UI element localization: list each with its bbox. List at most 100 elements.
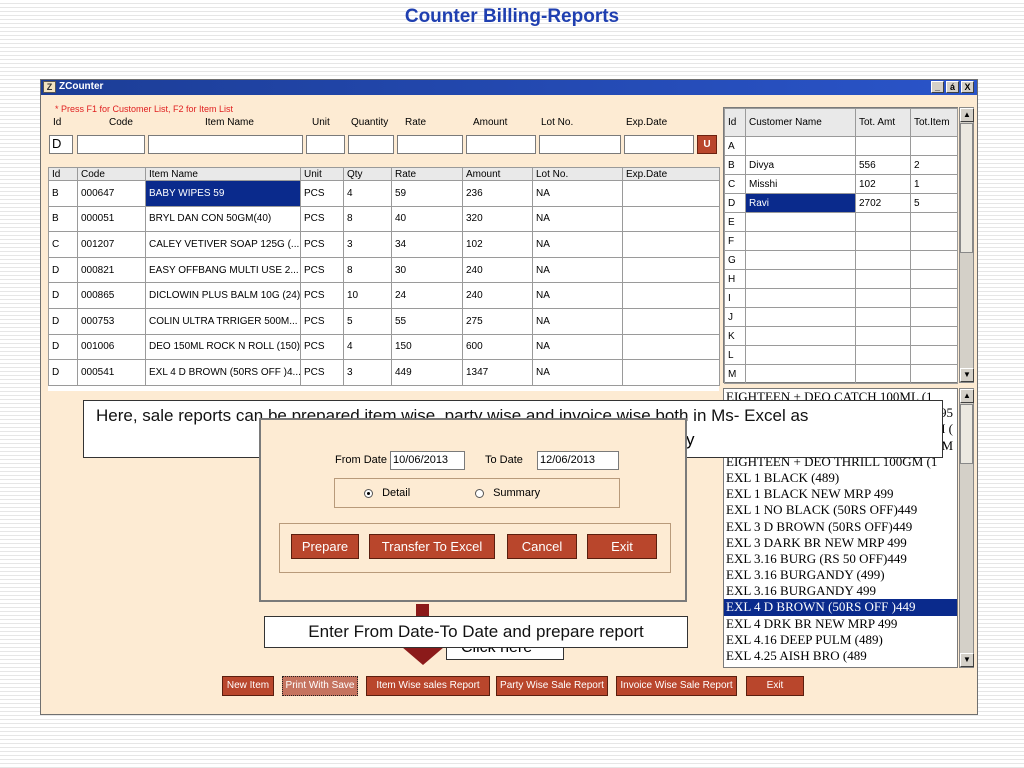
- list-item[interactable]: EXL 1 BLACK NEW MRP 499: [724, 486, 957, 502]
- summary-option[interactable]: Summary: [475, 487, 540, 499]
- code-field[interactable]: [77, 135, 145, 154]
- table-cell[interactable]: 000541: [77, 359, 146, 386]
- table-cell[interactable]: COLIN ULTRA TRRIGER 500M...: [145, 307, 301, 335]
- scroll-thumb[interactable]: [960, 123, 973, 253]
- table-cell[interactable]: 320: [462, 205, 533, 233]
- customer-cell[interactable]: [910, 326, 958, 346]
- customer-cell[interactable]: 102: [855, 174, 911, 194]
- customer-row[interactable]: D Ravi 2702 5: [724, 193, 958, 213]
- table-cell[interactable]: 24: [391, 282, 463, 309]
- invoice-wise-sale-report-button[interactable]: Invoice Wise Sale Report: [616, 676, 737, 696]
- detail-option[interactable]: Detail: [364, 487, 410, 499]
- customer-cell[interactable]: F: [724, 231, 746, 251]
- maximize-button[interactable]: á: [946, 81, 959, 93]
- list-item[interactable]: EXL 3 D BROWN (50RS OFF)449: [724, 519, 957, 535]
- table-row[interactable]: C 001207 CALEY VETIVER SOAP 125G (... PCS 3 3…: [48, 231, 720, 258]
- table-cell[interactable]: [622, 256, 720, 284]
- table-cell[interactable]: PCS: [300, 231, 344, 258]
- table-cell[interactable]: CALEY VETIVER SOAP 125G (...: [145, 231, 301, 258]
- customer-row[interactable]: C Misshi 102 1: [724, 174, 958, 194]
- table-cell[interactable]: NA: [532, 307, 623, 335]
- items-col-header[interactable]: Code: [77, 167, 146, 181]
- table-cell[interactable]: PCS: [300, 180, 344, 207]
- table-cell[interactable]: 40: [391, 205, 463, 233]
- customer-col-header[interactable]: Customer Name: [745, 108, 856, 137]
- list-item[interactable]: EXL 3 DARK BR NEW MRP 499: [724, 535, 957, 551]
- customer-cell[interactable]: 2702: [855, 193, 911, 213]
- scroll-thumb[interactable]: [960, 404, 973, 464]
- table-cell[interactable]: B: [48, 180, 78, 207]
- table-cell[interactable]: 4: [343, 180, 392, 207]
- items-col-header[interactable]: Unit: [300, 167, 344, 181]
- table-cell[interactable]: 000865: [77, 282, 146, 309]
- table-cell[interactable]: 275: [462, 307, 533, 335]
- customer-row[interactable]: J: [724, 307, 958, 327]
- table-cell[interactable]: 8: [343, 205, 392, 233]
- table-cell[interactable]: NA: [532, 359, 623, 386]
- table-cell[interactable]: 4: [343, 333, 392, 361]
- customer-scrollbar[interactable]: ▲ ▼: [959, 107, 974, 383]
- customer-col-header[interactable]: Id: [724, 108, 746, 137]
- table-cell[interactable]: DICLOWIN PLUS BALM 10G (24): [145, 282, 301, 309]
- table-cell[interactable]: NA: [532, 180, 623, 207]
- table-cell[interactable]: 55: [391, 307, 463, 335]
- customer-row[interactable]: G: [724, 250, 958, 270]
- scroll-up-icon[interactable]: ▲: [960, 108, 974, 122]
- customer-cell[interactable]: [910, 231, 958, 251]
- items-col-header[interactable]: Item Name: [145, 167, 301, 181]
- customer-cell[interactable]: 556: [855, 155, 911, 175]
- customer-cell[interactable]: [855, 212, 911, 232]
- customer-cell[interactable]: 1: [910, 174, 958, 194]
- table-cell[interactable]: D: [48, 256, 78, 284]
- from-date-field[interactable]: 10/06/2013: [390, 451, 465, 470]
- table-cell[interactable]: 3: [343, 231, 392, 258]
- customer-cell[interactable]: J: [724, 307, 746, 327]
- customer-cell[interactable]: Ravi: [745, 193, 856, 213]
- table-cell[interactable]: PCS: [300, 333, 344, 361]
- table-cell[interactable]: D: [48, 359, 78, 386]
- table-cell[interactable]: [622, 333, 720, 361]
- new-item-button[interactable]: New Item: [222, 676, 274, 696]
- table-row[interactable]: D 000821 EASY OFFBANG MULTI USE 2... PCS 8 30…: [48, 256, 720, 284]
- items-col-header[interactable]: Lot No.: [532, 167, 623, 181]
- prepare-button[interactable]: Prepare: [291, 534, 359, 559]
- table-cell[interactable]: D: [48, 282, 78, 309]
- summary-radio-icon[interactable]: [475, 488, 484, 498]
- customer-row[interactable]: L: [724, 345, 958, 365]
- list-item[interactable]: EXL 3.16 BURGANDY 499: [724, 583, 957, 599]
- table-cell[interactable]: B: [48, 205, 78, 233]
- quantity-field[interactable]: [348, 135, 394, 154]
- customer-cell[interactable]: [855, 345, 911, 365]
- table-cell[interactable]: 3: [343, 359, 392, 386]
- table-cell[interactable]: 30: [391, 256, 463, 284]
- customer-col-header[interactable]: Tot.Item: [910, 108, 958, 137]
- customer-cell[interactable]: G: [724, 250, 746, 270]
- customer-cell[interactable]: [745, 364, 856, 384]
- customer-cell[interactable]: A: [724, 136, 746, 156]
- table-cell[interactable]: DEO 150ML ROCK N ROLL (150): [145, 333, 301, 361]
- exit-dialog-button[interactable]: Exit: [587, 534, 657, 559]
- customer-row[interactable]: I: [724, 288, 958, 308]
- table-cell[interactable]: EASY OFFBANG MULTI USE 2...: [145, 256, 301, 284]
- customer-cell[interactable]: [745, 326, 856, 346]
- customer-cell[interactable]: [745, 231, 856, 251]
- detail-radio-icon[interactable]: [364, 488, 373, 498]
- table-cell[interactable]: PCS: [300, 282, 344, 309]
- table-cell[interactable]: 240: [462, 282, 533, 309]
- table-row[interactable]: D 000541 EXL 4 D BROWN (50RS OFF )4... PCS 3…: [48, 359, 720, 386]
- id-field[interactable]: D: [49, 135, 73, 154]
- exp-date-field[interactable]: [624, 135, 694, 154]
- customer-cell[interactable]: [910, 364, 958, 384]
- table-cell[interactable]: [622, 282, 720, 309]
- customer-cell[interactable]: 2: [910, 155, 958, 175]
- customer-cell[interactable]: Misshi: [745, 174, 856, 194]
- scroll-down-icon[interactable]: ▼: [960, 653, 974, 667]
- table-cell[interactable]: NA: [532, 282, 623, 309]
- table-cell[interactable]: 8: [343, 256, 392, 284]
- table-cell[interactable]: BABY WIPES 59: [145, 180, 301, 207]
- customer-cell[interactable]: K: [724, 326, 746, 346]
- customer-col-header[interactable]: Tot. Amt: [855, 108, 911, 137]
- customer-cell[interactable]: [855, 288, 911, 308]
- customer-cell[interactable]: [855, 364, 911, 384]
- table-cell[interactable]: [622, 180, 720, 207]
